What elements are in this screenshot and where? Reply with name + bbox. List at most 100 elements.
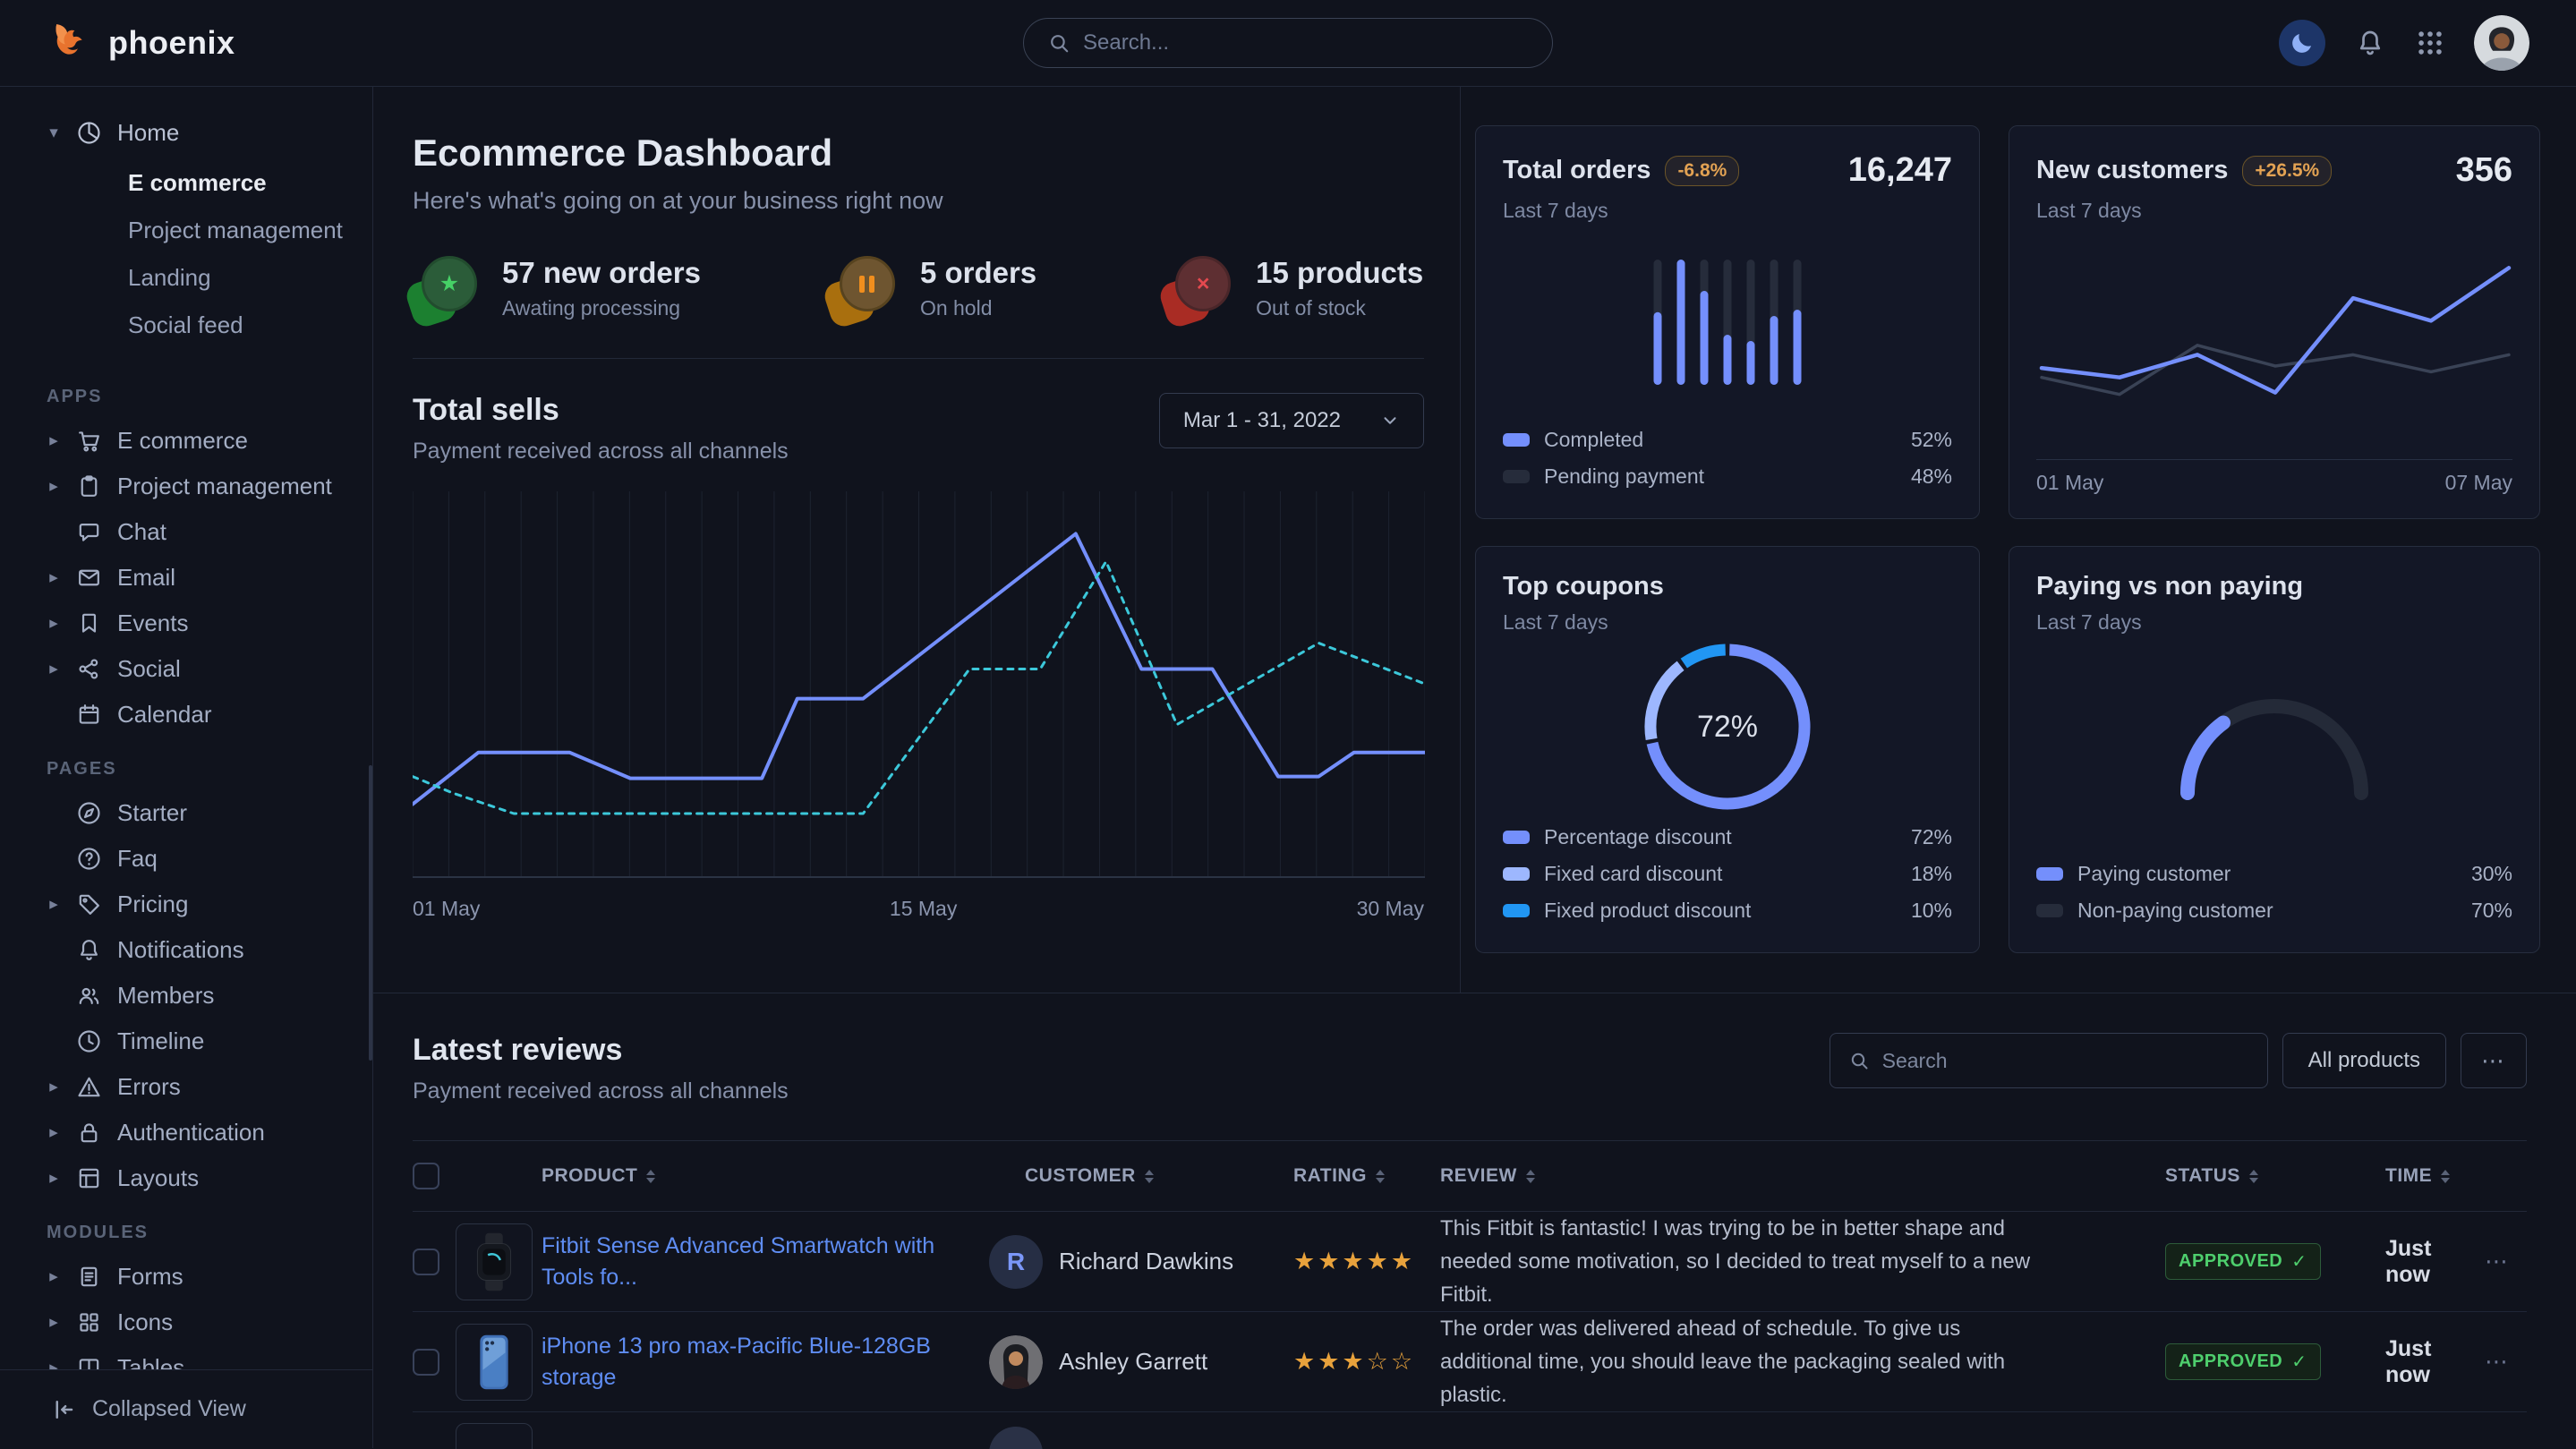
sidebar-item-pricing[interactable]: ▸ Pricing [0,882,372,927]
sidebar-item-project-management[interactable]: ▸ Project management [0,464,372,509]
review-text: This Fitbit is fantastic! I was trying t… [1404,1212,2076,1312]
sidebar-item-calendar[interactable]: Calendar [0,692,372,737]
nine-dots-icon [2415,28,2445,58]
dashboard-left-column: Ecommerce Dashboard Here's what's going … [373,87,1461,993]
product-link[interactable]: iPhone 13 pro max-Pacific Blue-128GB sto… [542,1331,989,1394]
review-text: The order was delivered ahead of schedul… [1404,1312,2076,1412]
card-subtitle: Last 7 days [2036,610,2512,635]
sidebar-item-timeline[interactable]: Timeline [0,1019,372,1064]
legend-label: Non-paying customer [2077,899,2273,923]
sidebar-item-label: Calendar [117,701,212,729]
navbar-search-input[interactable] [1083,30,1529,55]
sort-icon [2441,1170,2450,1183]
navbar-search[interactable] [1023,18,1553,68]
pause-icon [840,256,895,311]
caret-right-icon: ▸ [47,659,61,679]
page-subtitle: Here's what's going on at your business … [413,187,1424,215]
row-more-button[interactable]: ⋯ [2469,1348,2523,1376]
theme-toggle-button[interactable] [2279,20,2325,66]
sidebar-section-label: MODULES [0,1201,372,1254]
collapsed-view-label: Collapsed View [92,1396,246,1422]
sidebar-item-social[interactable]: ▸ Social [0,646,372,692]
sidebar-item-icons[interactable]: ▸ Icons [0,1300,372,1345]
sidebar-item-project-management[interactable]: Project management [0,207,372,254]
sidebar-item-email[interactable]: ▸ Email [0,555,372,601]
sidebar-item-home[interactable]: ▾ Home [0,110,372,156]
sidebar-item-forms[interactable]: ▸ Forms [0,1254,372,1300]
row-checkbox[interactable] [413,1249,439,1275]
x-tick: 01 May [2036,471,2103,495]
sidebar-item-chat[interactable]: Chat [0,509,372,555]
reviews-search-input[interactable] [1882,1049,2249,1073]
customer-avatar[interactable] [989,1335,1043,1389]
date-range-select[interactable]: Mar 1 - 31, 2022 [1159,393,1424,448]
legend-row: Fixed card discount 18% [1503,856,1952,892]
top-navbar: phoenix [0,0,2576,87]
notifications-button[interactable] [2354,27,2386,59]
grid-icon [75,1308,103,1336]
user-avatar[interactable] [2474,15,2529,71]
apps-grid-button[interactable] [2415,28,2445,58]
product-thumbnail[interactable] [456,1223,533,1300]
sidebar-item-label: Layouts [117,1164,199,1192]
all-products-button[interactable]: All products [2282,1033,2446,1088]
search-icon [1848,1050,1870,1071]
order-stat: 5 orders On hold [831,256,1036,320]
row-checkbox[interactable] [413,1349,439,1376]
sidebar-item-label: Notifications [117,936,244,964]
total-orders-value: 16,247 [1848,151,1952,190]
sidebar-item-label: Authentication [117,1119,265,1146]
column-header-customer[interactable]: CUSTOMER [989,1165,1252,1187]
sidebar-item-e-commerce[interactable]: E commerce [0,159,372,207]
sidebar-item-label: Email [117,564,175,592]
legend-value: 48% [1911,465,1952,489]
legend-value: 70% [2471,899,2512,923]
stat-value: 57 new orders [502,256,701,290]
product-thumbnail[interactable] [456,1324,533,1401]
sidebar-item-e-commerce[interactable]: ▸ E commerce [0,418,372,464]
sort-icon [646,1170,655,1183]
sidebar-item-label: Events [117,609,189,637]
sidebar-item-notifications[interactable]: Notifications [0,927,372,973]
sidebar-item-landing[interactable]: Landing [0,254,372,302]
customer-avatar[interactable]: R [989,1235,1043,1289]
stat-value: 5 orders [920,256,1036,290]
sidebar-item-layouts[interactable]: ▸ Layouts [0,1155,372,1201]
product-link[interactable]: Fitbit Sense Advanced Smartwatch with To… [542,1231,989,1293]
column-header-status[interactable]: STATUS [2076,1165,2335,1187]
new-customers-x-axis: 01 May 07 May [2036,459,2512,495]
layout-icon [75,1164,103,1192]
status-badge: APPROVED ✓ [2165,1243,2321,1280]
sidebar-item-social-feed[interactable]: Social feed [0,302,372,349]
sidebar-item-faq[interactable]: Faq [0,836,372,882]
column-header-review[interactable]: REVIEW [1404,1165,2076,1187]
sidebar-item-label: Timeline [117,1027,204,1055]
column-header-product[interactable]: PRODUCT [542,1165,989,1187]
product-thumbnail[interactable] [456,1423,533,1449]
row-more-button[interactable]: ⋯ [2469,1248,2523,1275]
sidebar-item-authentication[interactable]: ▸ Authentication [0,1110,372,1155]
collapse-left-icon [49,1396,76,1423]
sidebar-item-events[interactable]: ▸ Events [0,601,372,646]
reviews-search[interactable] [1830,1033,2268,1088]
caret-right-icon: ▸ [47,1266,61,1287]
column-header-rating[interactable]: RATING [1252,1165,1404,1187]
sidebar-scrollbar-thumb[interactable] [369,765,372,1061]
reviews-more-button[interactable]: ⋯ [2461,1033,2527,1088]
sidebar-item-errors[interactable]: ▸ Errors [0,1064,372,1110]
sidebar-item-label: Chat [117,518,166,546]
top-coupons-legend: Percentage discount 72% Fixed card disco… [1503,819,1952,929]
check-icon: ✓ [2291,1351,2307,1373]
sidebar-item-members[interactable]: Members [0,973,372,1019]
cart-icon [75,427,103,455]
paying-legend: Paying customer 30% Non-paying customer … [2036,856,2512,929]
brand-link[interactable]: phoenix [49,18,235,69]
column-header-time[interactable]: TIME [2335,1165,2469,1187]
chevron-down-icon [1380,411,1400,430]
rating-stars: ★★★★★ [1252,1248,1404,1275]
collapsed-view-toggle[interactable]: Collapsed View [0,1369,372,1448]
sidebar-item-starter[interactable]: Starter [0,790,372,836]
card-title: Total orders [1503,156,1651,185]
brand-text: phoenix [108,24,235,62]
select-all-checkbox[interactable] [413,1163,439,1189]
